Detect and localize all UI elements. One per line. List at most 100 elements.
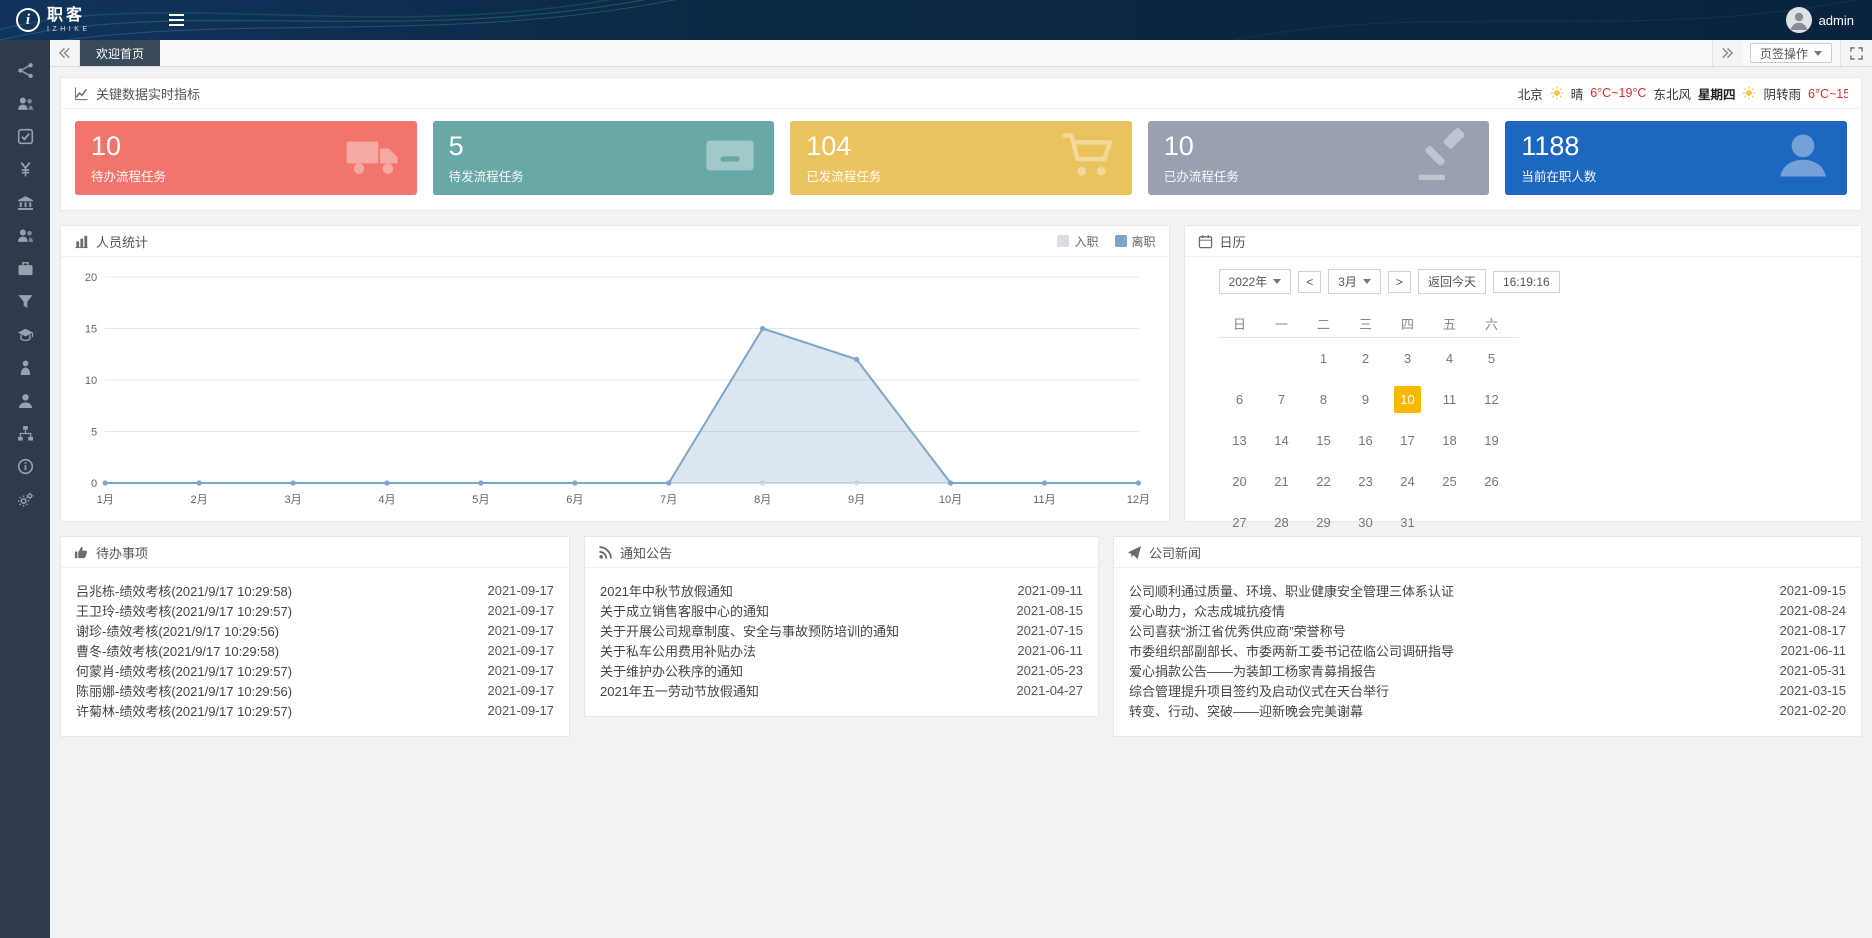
news-item-text[interactable]: 爱心助力，众志成城抗疫情 [1129,601,1297,620]
calendar-day-15[interactable]: 15 [1303,420,1345,461]
tabs-scroll-right-button[interactable] [1712,40,1742,66]
logo-text: 职客 IZHIKE [47,8,91,33]
sidebar-item-info[interactable] [0,450,50,483]
calendar-day-24[interactable]: 24 [1387,461,1429,502]
todo-item-text[interactable]: 许菊林-绩效考核(2021/9/17 10:29:57) [76,701,304,720]
todo-item-text[interactable]: 陈丽娜-绩效考核(2021/9/17 10:29:56) [76,681,304,700]
todo-item-date: 2021-09-17 [487,663,554,678]
calendar-day-14[interactable]: 14 [1261,420,1303,461]
calendar-day-9[interactable]: 9 [1345,379,1387,420]
calendar-day-25[interactable]: 25 [1429,461,1471,502]
sidebar-item-users[interactable] [0,87,50,120]
calendar-day-5[interactable]: 5 [1471,338,1513,379]
calendar-day-23[interactable]: 23 [1345,461,1387,502]
fullscreen-icon [1850,47,1863,60]
legend-item-离职[interactable]: 离职 [1115,233,1156,250]
sidebar-item-graduation-cap[interactable] [0,318,50,351]
back-to-today-button[interactable]: 返回今天 [1418,269,1486,294]
news-item-text[interactable]: 转变、行动、突破——迎新晚会完美谢幕 [1129,701,1375,720]
tab-operations-button[interactable]: 页签操作 [1750,43,1832,63]
calendar-day-13[interactable]: 13 [1219,420,1261,461]
tabs-scroll-left-button[interactable] [50,40,80,66]
caret-down-icon [1814,51,1822,56]
stat-card-5[interactable]: 1188当前在职人数 [1505,121,1847,195]
calendar-day-11[interactable]: 11 [1429,379,1471,420]
org-chart-icon [17,62,34,79]
calendar-day-3[interactable]: 3 [1387,338,1429,379]
calendar-day-6[interactable]: 6 [1219,379,1261,420]
calendar-day-22[interactable]: 22 [1303,461,1345,502]
calendar-day-1[interactable]: 1 [1303,338,1345,379]
sidebar-toggle-button[interactable] [165,7,188,33]
stat-card-2[interactable]: 5待发流程任务 [433,121,775,195]
user-menu[interactable]: admin [1786,7,1872,33]
calendar-day-10[interactable]: 10 [1387,379,1429,420]
prev-month-button[interactable]: < [1298,271,1321,293]
weather-cond1: 晴 [1571,84,1584,103]
sidebar-item-check-square[interactable] [0,120,50,153]
news-item-text[interactable]: 公司顺利通过质量、环境、职业健康安全管理三体系认证 [1129,581,1466,600]
tab-home[interactable]: 欢迎首页 [80,40,160,66]
news-item-text[interactable]: 市委组织部副部长、市委两新工委书记莅临公司调研指导 [1129,641,1466,660]
stat-card-1[interactable]: 10待办流程任务 [75,121,417,195]
news-item-date: 2021-06-11 [1780,643,1846,658]
news-item-date: 2021-05-31 [1780,663,1847,678]
calendar-day-16[interactable]: 16 [1345,420,1387,461]
notice-item-text[interactable]: 关于私车公用费用补贴办法 [600,641,768,660]
notice-item-text[interactable]: 2021年五一劳动节放假通知 [600,681,771,700]
news-item-text[interactable]: 综合管理提升项目签约及启动仪式在天台举行 [1129,681,1401,700]
sidebar-item-sitemap[interactable] [0,417,50,450]
news-item: 综合管理提升项目签约及启动仪式在天台举行2021-03-15 [1129,680,1846,700]
notice-item-text[interactable]: 2021年中秋节放假通知 [600,581,745,600]
calendar-day-19[interactable]: 19 [1471,420,1513,461]
calendar-day-12[interactable]: 12 [1471,379,1513,420]
sidebar-item-briefcase[interactable] [0,252,50,285]
stat-card-3[interactable]: 104已发流程任务 [790,121,1132,195]
calendar-day-8[interactable]: 8 [1303,379,1345,420]
sidebar [0,40,50,938]
todo-item-date: 2021-09-17 [487,603,554,618]
todo-item-text[interactable]: 何蒙肖-绩效考核(2021/9/17 10:29:57) [76,661,304,680]
year-select[interactable]: 2022年 [1219,269,1292,294]
sidebar-item-filter[interactable] [0,285,50,318]
next-month-button[interactable]: > [1388,271,1411,293]
calendar-day-26[interactable]: 26 [1471,461,1513,502]
news-item-text[interactable]: 公司喜获“浙江省优秀供应商”荣誉称号 [1129,621,1358,640]
todo-item-text[interactable]: 王卫玲-绩效考核(2021/9/17 10:29:57) [76,601,304,620]
sidebar-item-org-chart[interactable] [0,54,50,87]
calendar-day-21[interactable]: 21 [1261,461,1303,502]
stat-card-4[interactable]: 10已办流程任务 [1148,121,1490,195]
notice-item-text[interactable]: 关于开展公司规章制度、安全与事故预防培训的通知 [600,621,911,640]
legend-item-入职[interactable]: 入职 [1057,233,1098,250]
calendar-day-20[interactable]: 20 [1219,461,1261,502]
legend-label: 入职 [1074,233,1098,250]
app-logo[interactable]: i 职客 IZHIKE [0,8,107,33]
weekday-label: 一 [1261,309,1303,337]
news-item-text[interactable]: 爱心捐款公告——为装卸工杨家青募捐报告 [1129,661,1388,680]
todo-item-text[interactable]: 谢珍-绩效考核(2021/9/17 10:29:56) [76,621,291,640]
legend-label: 离职 [1132,233,1156,250]
sidebar-item-bank[interactable] [0,186,50,219]
todo-header: 待办事项 [61,537,569,568]
prev-month-label: < [1306,275,1313,289]
notice-item-text[interactable]: 关于成立销售客服中心的通知 [600,601,781,620]
todo-item: 王卫玲-绩效考核(2021/9/17 10:29:57) 2021-09-17 [76,600,554,620]
calendar-day-4[interactable]: 4 [1429,338,1471,379]
calendar-day-17[interactable]: 17 [1387,420,1429,461]
calendar-day-18[interactable]: 18 [1429,420,1471,461]
todo-item-text[interactable]: 吕兆栋-绩效考核(2021/9/17 10:29:58) [76,581,304,600]
notice-item: 2021年中秋节放假通知2021-09-11 [600,580,1083,600]
todo-item-text[interactable]: 曹冬-绩效考核(2021/9/17 10:29:58) [76,641,291,660]
month-select[interactable]: 3月 [1328,269,1381,294]
fullscreen-button[interactable] [1840,40,1872,66]
sidebar-item-person[interactable] [0,351,50,384]
sidebar-item-cogs[interactable] [0,483,50,516]
calendar-day-2[interactable]: 2 [1345,338,1387,379]
calendar-day-7[interactable]: 7 [1261,379,1303,420]
sidebar-item-yen[interactable] [0,153,50,186]
indicators-title: 关键数据实时指标 [96,84,200,103]
sidebar-item-user[interactable] [0,384,50,417]
notice-item-text[interactable]: 关于维护办公秩序的通知 [600,661,755,680]
sidebar-item-team[interactable] [0,219,50,252]
weekday-label: 二 [1303,309,1345,337]
